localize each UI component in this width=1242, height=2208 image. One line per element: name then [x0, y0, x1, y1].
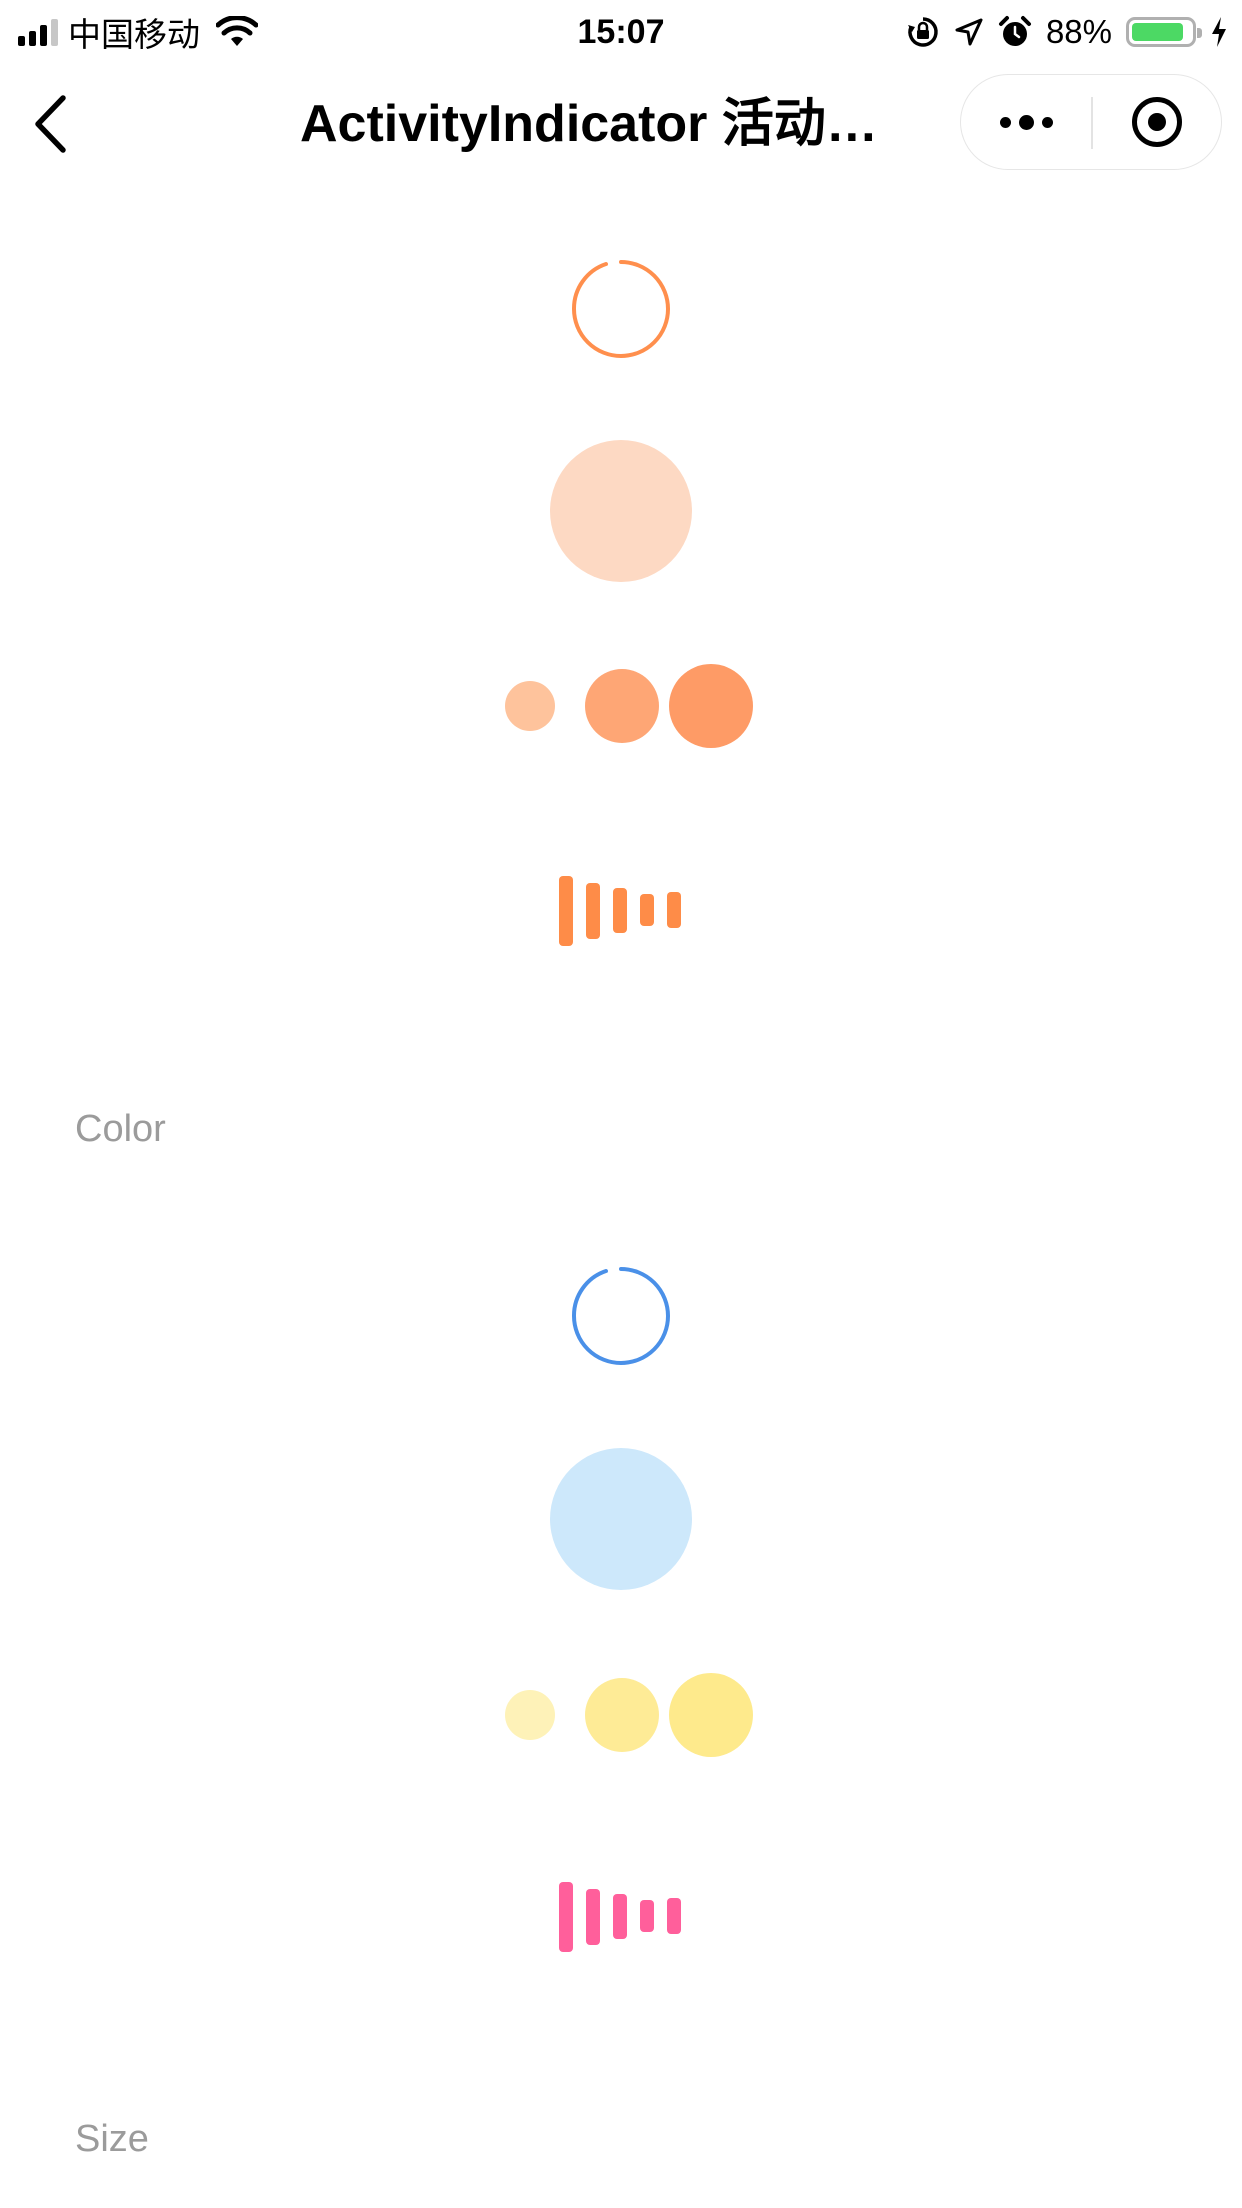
dot-medium [585, 669, 659, 743]
pulse-indicator-colored [550, 1448, 692, 1590]
more-button[interactable] [961, 75, 1091, 169]
target-circle-icon [1132, 97, 1182, 147]
charging-bolt-icon [1212, 17, 1226, 47]
page-title: ActivityIndicator 活动… [300, 95, 878, 153]
bar-4 [640, 894, 654, 926]
bar-1 [559, 1882, 573, 1952]
mini-program-capsule [960, 74, 1222, 170]
bar-3 [613, 1894, 627, 1939]
location-arrow-icon [955, 18, 983, 46]
nav-bar: ActivityIndicator 活动… [0, 64, 1242, 184]
status-right: 88% [906, 8, 1228, 56]
alarm-clock-icon [998, 16, 1031, 46]
spinner-indicator-colored [571, 1267, 670, 1365]
bar-4 [640, 1900, 654, 1932]
bar-2 [586, 1889, 600, 1945]
dot-small [505, 681, 555, 731]
pulse-indicator [550, 440, 692, 582]
bar-5 [667, 1898, 681, 1934]
dot-medium [585, 1678, 659, 1752]
dots-indicator [503, 660, 753, 750]
close-button[interactable] [1093, 75, 1221, 169]
spinner-indicator [571, 260, 670, 358]
status-bar: 中国移动 15:07 88% [0, 0, 1242, 64]
section-label-color: Color [75, 1108, 166, 1150]
battery-percent: 88% [1045, 13, 1112, 50]
dot-small [505, 1690, 555, 1740]
rotation-lock-icon [907, 17, 938, 47]
chevron-left-icon[interactable] [33, 95, 67, 153]
back-button[interactable] [20, 88, 80, 160]
dots-indicator-colored [503, 1669, 753, 1759]
section-label-size: Size [75, 2118, 149, 2160]
bar-5 [667, 892, 681, 928]
bar-3 [613, 888, 627, 933]
bars-indicator-colored [559, 1882, 687, 1956]
dot-large [669, 664, 753, 748]
bar-2 [586, 883, 600, 939]
dot-large [669, 1673, 753, 1757]
battery-icon [1126, 17, 1202, 47]
bars-indicator [559, 876, 687, 950]
bar-1 [559, 876, 573, 946]
more-dots-icon [999, 116, 1011, 128]
